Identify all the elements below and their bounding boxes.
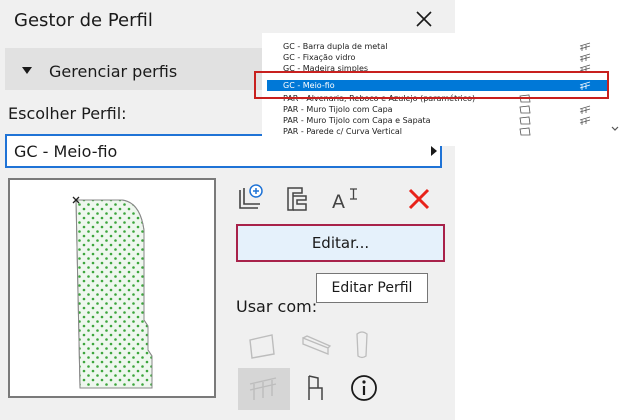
dialog-title: Gestor de Perfil [14, 10, 153, 31]
beam-icon[interactable] [298, 328, 334, 364]
railing-icon [579, 42, 591, 51]
wall-icon [519, 127, 531, 136]
wall-icon [519, 105, 531, 114]
column-icon[interactable] [344, 326, 380, 362]
railing-icon [579, 116, 591, 125]
profile-select-value: GC - Meio-fio [14, 142, 118, 161]
rename-profile-icon[interactable]: A [330, 184, 360, 214]
railing-icon [579, 105, 591, 114]
use-with-label: Usar com: [236, 297, 318, 316]
profile-shape-preview [72, 196, 153, 389]
profile-preview [8, 178, 216, 398]
list-item[interactable]: GC - Barra dupla de metal [267, 41, 607, 52]
new-profile-icon[interactable] [236, 182, 266, 212]
railing-icon[interactable] [246, 370, 282, 406]
info-icon[interactable] [346, 370, 382, 406]
collapse-triangle-icon[interactable] [22, 67, 32, 74]
select-arrow-icon[interactable] [431, 146, 437, 156]
duplicate-profile-icon[interactable] [282, 184, 312, 214]
chair-icon[interactable] [298, 370, 334, 406]
edit-profile-tooltip: Editar Perfil [316, 273, 428, 303]
list-item[interactable]: GC - Fixação vidro [267, 52, 607, 63]
svg-text:A: A [332, 191, 345, 213]
choose-profile-label: Escolher Perfil: [8, 104, 127, 123]
manage-profiles-label: Gerenciar perfis [49, 62, 178, 81]
wall-icon [519, 116, 531, 125]
list-item[interactable]: PAR - Muro Tijolo com Capa e Sapata [267, 115, 607, 126]
list-item[interactable]: PAR - Muro Tijolo com Capa [267, 104, 607, 115]
scroll-down-icon[interactable] [610, 124, 620, 134]
delete-profile-icon[interactable] [404, 184, 434, 214]
edit-button[interactable]: Editar... [236, 224, 445, 262]
wall-icon[interactable] [244, 328, 280, 364]
selected-item-highlight [254, 71, 609, 99]
close-icon[interactable] [413, 8, 435, 30]
list-item[interactable]: PAR - Parede c/ Curva Vertical [267, 126, 607, 137]
railing-icon [579, 53, 591, 62]
